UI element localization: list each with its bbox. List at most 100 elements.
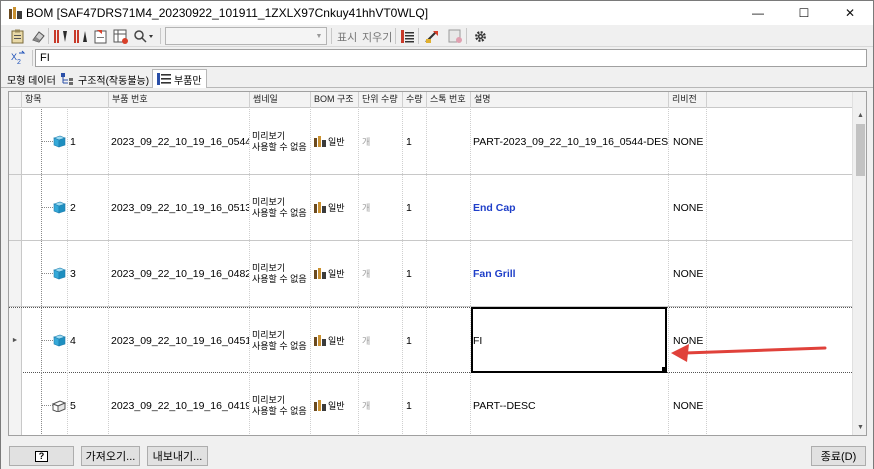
qty[interactable]: 1: [403, 241, 427, 306]
export-button[interactable]: 내보내기...: [147, 446, 208, 466]
header-description[interactable]: 설명: [471, 92, 669, 108]
description[interactable]: PART--DESC: [471, 373, 669, 435]
import-button[interactable]: 가져오기...: [81, 446, 140, 466]
unit-qty[interactable]: 개: [359, 308, 403, 373]
stock-number[interactable]: [427, 109, 471, 174]
item-number[interactable]: 1: [68, 109, 109, 174]
bom-structure-cell[interactable]: 일반: [311, 175, 359, 240]
show-button[interactable]: 표시: [337, 29, 357, 45]
description[interactable]: PART-2023_09_22_10_19_16_0544-DESC: [471, 109, 669, 174]
row-selector[interactable]: [9, 241, 22, 306]
table-row[interactable]: 3 2023_09_22_10_19_16_0482 미리보기 사용할 수 없음 일반 개…: [9, 241, 852, 307]
part-number[interactable]: 2023_09_22_10_19_16_0419: [109, 373, 250, 435]
qty[interactable]: 1: [403, 308, 427, 373]
part-number[interactable]: 2023_09_22_10_19_16_0482: [109, 241, 250, 306]
done-button[interactable]: 종료(D): [811, 446, 866, 466]
revision[interactable]: NONE: [669, 109, 707, 174]
header-revision[interactable]: 리비전: [669, 92, 707, 108]
thumbnail-cell: 미리보기 사용할 수 없음: [250, 308, 311, 373]
gear-icon[interactable]: [471, 27, 489, 45]
header-row-selector: [9, 92, 22, 108]
bom-settings-icon[interactable]: [9, 27, 27, 45]
revision[interactable]: NONE: [669, 308, 707, 373]
column-chooser-icon[interactable]: [399, 27, 417, 45]
scroll-thumb[interactable]: [856, 124, 865, 176]
row-selector[interactable]: [9, 373, 22, 435]
row-selector[interactable]: [9, 109, 22, 174]
item-number[interactable]: 5: [68, 373, 109, 435]
bom-app-icon: [9, 7, 22, 19]
qty[interactable]: 1: [403, 373, 427, 435]
qty[interactable]: 1: [403, 175, 427, 240]
table-row[interactable]: 5 2023_09_22_10_19_16_0419 미리보기 사용할 수 없음 일반 개…: [9, 373, 852, 435]
eraser-icon[interactable]: [29, 27, 47, 45]
header-qty[interactable]: 수량: [403, 92, 427, 108]
materials-icon[interactable]: [423, 27, 441, 45]
help-button[interactable]: ?: [9, 446, 74, 466]
header-item[interactable]: 항목: [22, 92, 109, 108]
bom-table: 항목 부품 번호 썸네일 BOM 구조 단위 수량 수량 스톡 번호 설명 리비…: [8, 91, 867, 436]
unit-qty[interactable]: 개: [359, 109, 403, 174]
scroll-up-icon[interactable]: ▲: [853, 108, 866, 123]
header-part-number[interactable]: 부품 번호: [109, 92, 250, 108]
table-row[interactable]: ► 4 2023_09_22_10_19_16_0451 미리보기 사용할 수 없음 일반…: [9, 307, 852, 373]
bom-structure-cell[interactable]: 일반: [311, 308, 359, 373]
header-bom-structure[interactable]: BOM 구조: [311, 92, 359, 108]
unit-qty[interactable]: 개: [359, 175, 403, 240]
row-filler: [707, 308, 852, 373]
stock-number[interactable]: [427, 373, 471, 435]
row-selector[interactable]: ►: [9, 308, 22, 373]
vertical-scrollbar[interactable]: ▲ ▼: [852, 92, 866, 435]
header-unit-qty[interactable]: 단위 수량: [359, 92, 403, 108]
description[interactable]: End Cap: [471, 175, 669, 240]
revision[interactable]: NONE: [669, 373, 707, 435]
header-stock-number[interactable]: 스톡 번호: [427, 92, 471, 108]
fill-handle[interactable]: [662, 367, 667, 372]
qty[interactable]: 1: [403, 109, 427, 174]
table-row[interactable]: 2 2023_09_22_10_19_16_0513 미리보기 사용할 수 없음 일반 개…: [9, 175, 852, 241]
bom-normal-icon: [314, 268, 326, 279]
table-settings-icon[interactable]: [112, 27, 130, 45]
toolbar-separator: [466, 28, 467, 44]
bom-structure-cell[interactable]: 일반: [311, 241, 359, 306]
tab-parts-only[interactable]: 부품만: [152, 69, 207, 88]
thumbnail-unavailable-text: 사용할 수 없음: [252, 141, 307, 152]
sort-ascending-icon[interactable]: [52, 27, 70, 45]
unit-qty[interactable]: 개: [359, 241, 403, 306]
ipart-icon[interactable]: [447, 27, 465, 45]
tree-cell: [22, 308, 68, 373]
part-number[interactable]: 2023_09_22_10_19_16_0451: [109, 308, 250, 373]
table-row[interactable]: 1 2023_09_22_10_19_16_0544 미리보기 사용할 수 없음 일반 개…: [9, 109, 852, 175]
find-dropdown-icon[interactable]: [132, 27, 156, 45]
toolbar-separator: [395, 28, 396, 44]
tab-structured[interactable]: 구조적(작동불능): [57, 70, 153, 88]
header-thumbnail[interactable]: 썸네일: [250, 92, 311, 108]
revision[interactable]: NONE: [669, 241, 707, 306]
filter-combo[interactable]: ▼: [165, 27, 327, 45]
stock-number[interactable]: [427, 241, 471, 306]
part-number[interactable]: 2023_09_22_10_19_16_0513: [109, 175, 250, 240]
export-table-icon[interactable]: [92, 27, 110, 45]
stock-number[interactable]: [427, 308, 471, 373]
row-selector[interactable]: [9, 175, 22, 240]
revision[interactable]: NONE: [669, 175, 707, 240]
maximize-button[interactable]: ☐: [781, 1, 827, 25]
scroll-down-icon[interactable]: ▼: [853, 420, 866, 435]
find-input[interactable]: FI: [35, 49, 867, 67]
row-filler: [707, 373, 852, 435]
close-window-button[interactable]: ✕: [827, 1, 873, 25]
description[interactable]: Fan Grill: [471, 241, 669, 306]
tab-model-data[interactable]: 모형 데이터: [3, 70, 60, 88]
part-number[interactable]: 2023_09_22_10_19_16_0544: [109, 109, 250, 174]
item-number[interactable]: 3: [68, 241, 109, 306]
sort-descending-icon[interactable]: [72, 27, 90, 45]
stock-number[interactable]: [427, 175, 471, 240]
unit-qty[interactable]: 개: [359, 373, 403, 435]
bom-structure-cell[interactable]: 일반: [311, 109, 359, 174]
item-number[interactable]: 4: [68, 308, 109, 373]
bom-structure-cell[interactable]: 일반: [311, 373, 359, 435]
clear-button[interactable]: 지우기: [362, 29, 392, 45]
minimize-button[interactable]: —: [735, 1, 781, 25]
description[interactable]: FI: [471, 308, 669, 373]
item-number[interactable]: 2: [68, 175, 109, 240]
